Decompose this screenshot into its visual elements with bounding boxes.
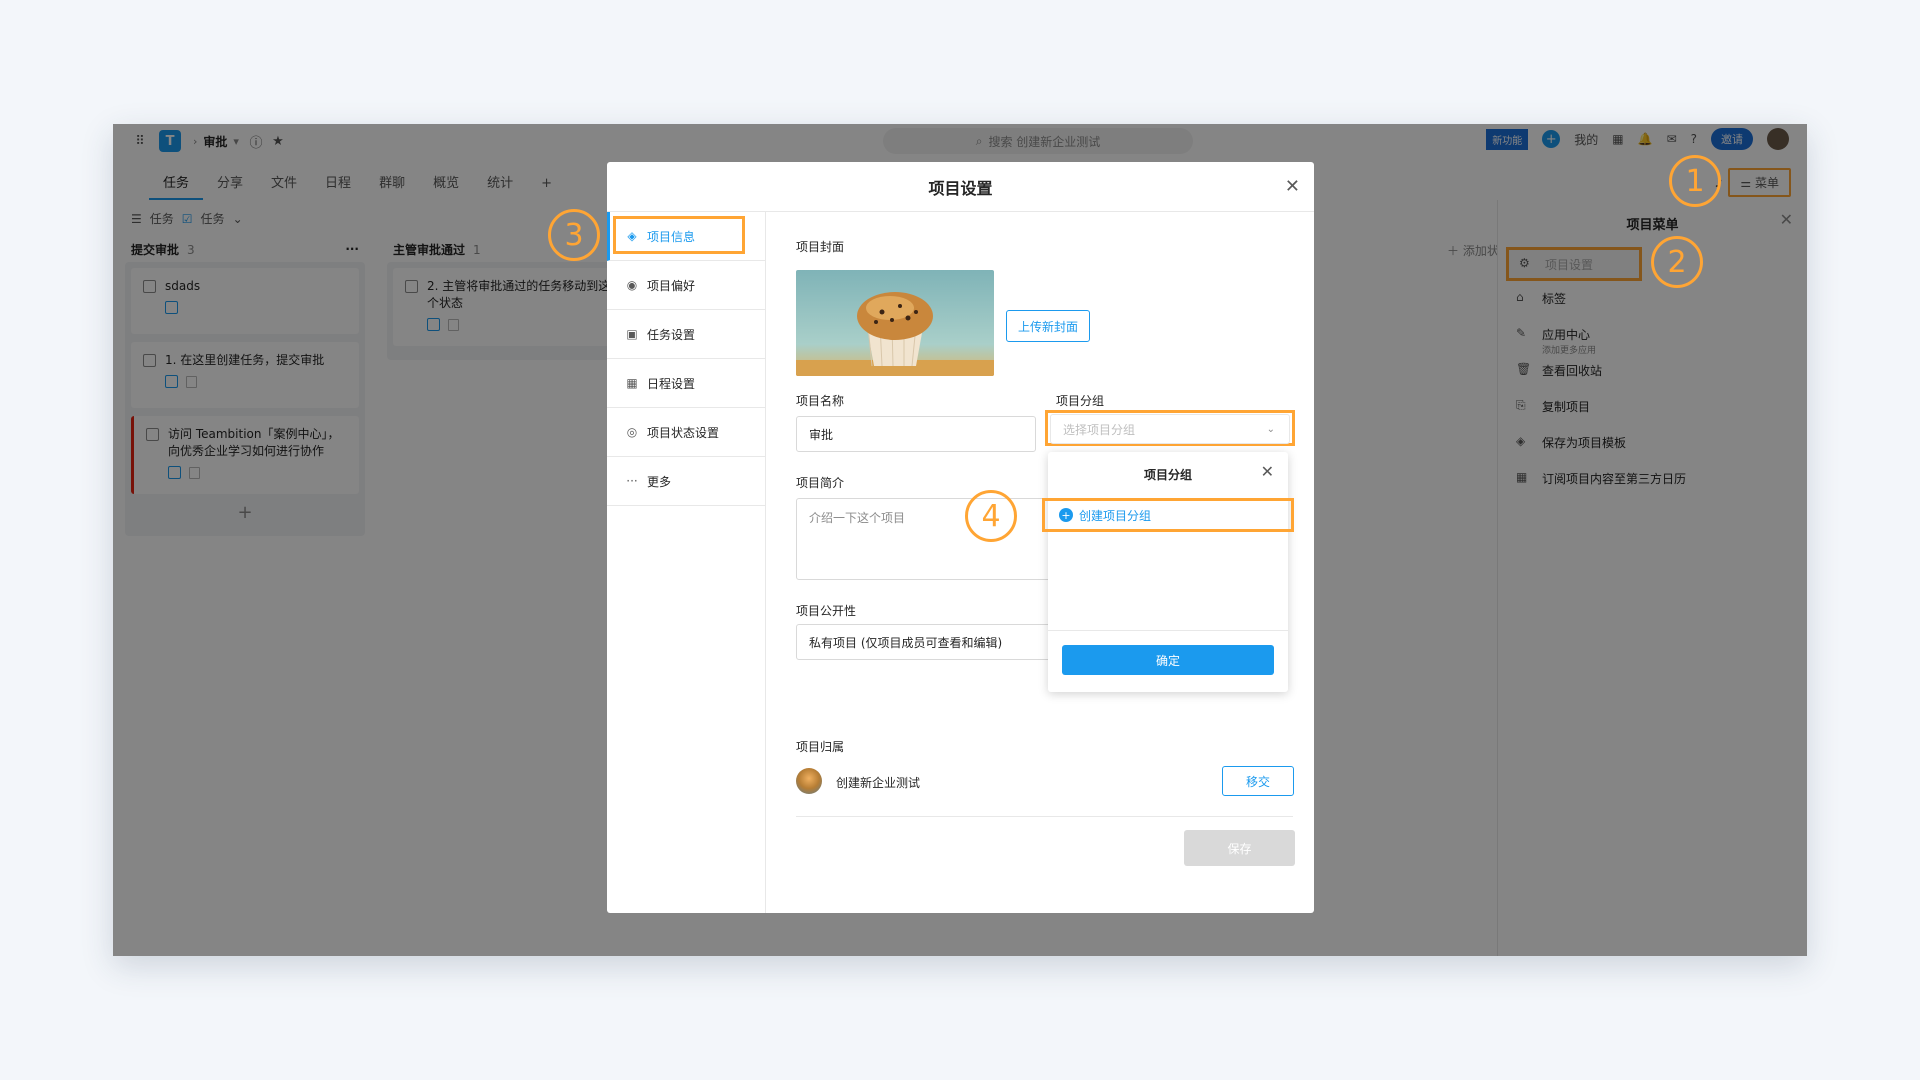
save-button[interactable]: 保存 (1184, 830, 1295, 866)
dialog-header: 项目设置 ✕ (607, 162, 1314, 212)
annotation-4: 4 (965, 490, 1017, 542)
create-group-button[interactable]: + 创建项目分组 (1042, 498, 1294, 532)
dropdown-title: 项目分组 (1143, 468, 1192, 482)
group-placeholder: 选择项目分组 (1063, 422, 1136, 437)
annotation-1: 1 (1669, 155, 1721, 207)
nav-label: 项目偏好 (647, 278, 696, 293)
owner-name: 创建新企业测试 (836, 776, 921, 790)
nav-project-preferences[interactable]: ◉ 项目偏好 (607, 261, 765, 310)
intro-label: 项目简介 (796, 476, 845, 490)
project-name-value: 审批 (809, 427, 834, 442)
chevron-down-icon: ⌄ (1266, 423, 1275, 435)
nav-status-settings[interactable]: ◎ 项目状态设置 (607, 408, 765, 457)
visibility-value: 私有项目 (仅项目成员可查看和编辑) (809, 635, 1003, 650)
owner-label: 项目归属 (796, 740, 845, 754)
calendar-icon: ▦ (626, 376, 638, 390)
divider (796, 816, 1293, 817)
nav-task-settings[interactable]: ▣ 任务设置 (607, 310, 765, 359)
nav-schedule-settings[interactable]: ▦ 日程设置 (607, 359, 765, 408)
more-icon: ··· (626, 474, 638, 488)
confirm-button[interactable]: 确定 (1062, 645, 1274, 675)
close-icon[interactable]: ✕ (1261, 462, 1274, 481)
nav-label: 任务设置 (647, 327, 696, 342)
divider (1048, 630, 1288, 631)
status-icon: ◎ (626, 425, 638, 439)
upload-cover-button[interactable]: 上传新封面 (1006, 310, 1090, 342)
annotation-2: 2 (1651, 236, 1703, 288)
eye-icon: ◉ (626, 278, 638, 292)
intro-placeholder: 介绍一下这个项目 (809, 511, 906, 525)
project-name-input[interactable]: 审批 (796, 416, 1036, 452)
project-group-select[interactable]: 选择项目分组 ⌄ (1050, 414, 1290, 444)
nav-more[interactable]: ··· 更多 (607, 457, 765, 506)
muffin-image (796, 270, 994, 376)
nav-label: 日程设置 (647, 376, 696, 391)
create-group-label: 创建项目分组 (1079, 508, 1152, 523)
visibility-label: 项目公开性 (796, 604, 857, 618)
project-cover-image (796, 270, 994, 376)
group-label: 项目分组 (1056, 394, 1105, 408)
project-intro-textarea[interactable]: 介绍一下这个项目 (796, 498, 1056, 580)
nav-project-info[interactable]: ◈ 项目信息 (607, 212, 765, 261)
plus-circle-icon: + (1059, 508, 1073, 522)
annotation-3: 3 (548, 209, 600, 261)
visibility-select[interactable]: 私有项目 (仅项目成员可查看和编辑) (796, 624, 1056, 660)
clipboard-icon: ▣ (626, 327, 638, 341)
cover-label: 项目封面 (796, 240, 845, 254)
name-label: 项目名称 (796, 394, 845, 408)
owner-avatar (796, 768, 822, 794)
close-icon[interactable]: ✕ (1285, 176, 1300, 197)
transfer-button[interactable]: 移交 (1222, 766, 1294, 796)
nav-label: 项目信息 (647, 229, 696, 244)
project-group-dropdown: 项目分组 ✕ + 创建项目分组 确定 (1042, 452, 1294, 692)
nav-label: 项目状态设置 (647, 425, 720, 440)
nav-label: 更多 (647, 474, 672, 489)
settings-nav: ◈ 项目信息 ◉ 项目偏好 ▣ 任务设置 ▦ 日程设置 ◎ 项目状态设置 ···… (607, 212, 766, 913)
dialog-title: 项目设置 (928, 178, 993, 198)
